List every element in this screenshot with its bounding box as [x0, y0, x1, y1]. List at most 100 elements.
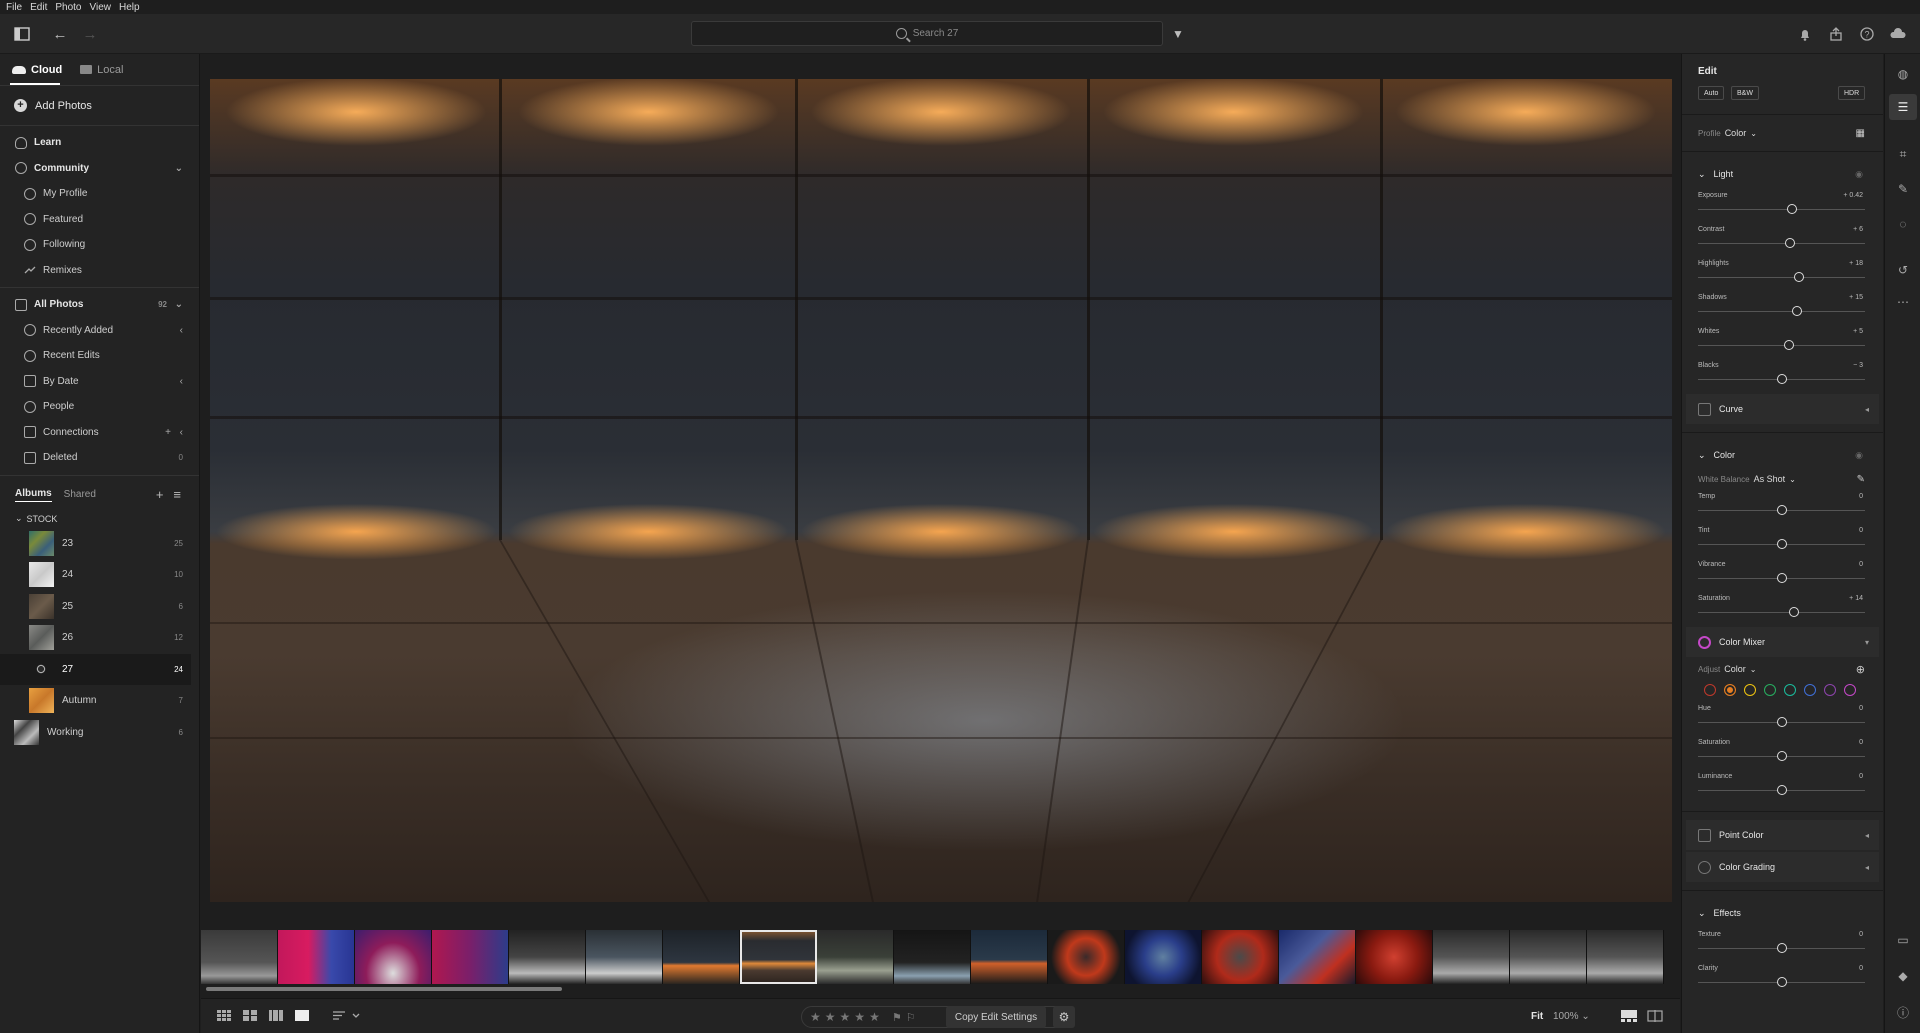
nav-people[interactable]: People [0, 394, 199, 420]
slider-value[interactable]: 0 [1859, 965, 1863, 972]
filmstrip-thumbnail[interactable] [663, 930, 740, 984]
slider-track[interactable] [1698, 311, 1865, 312]
album-item[interactable]: 25 6 [0, 591, 199, 623]
reject-flag-icon[interactable]: ⚐ [906, 1011, 916, 1024]
filmstrip-thumbnail[interactable] [509, 930, 586, 984]
filmstrip-thumbnail[interactable] [1510, 930, 1587, 984]
star-icon[interactable]: ★ [825, 1010, 836, 1024]
point-color-section[interactable]: Point Color ◂ [1686, 820, 1879, 850]
filmstrip-thumbnail[interactable] [355, 930, 432, 984]
pick-flag-icon[interactable]: ⚑ [892, 1011, 902, 1024]
curve-section[interactable]: Curve ◂ [1686, 394, 1879, 424]
eye-icon[interactable]: ◉ [1855, 450, 1863, 461]
filmstrip-thumbnail[interactable] [1433, 930, 1510, 984]
slider-value[interactable]: − 3 [1853, 362, 1863, 369]
history-icon[interactable]: ↺ [1895, 262, 1911, 278]
slider-knob[interactable] [1777, 374, 1787, 384]
edit-sliders-icon[interactable]: ☰ [1889, 94, 1917, 120]
nav-all-photos[interactable]: All Photos 92 ⌄ [0, 292, 199, 318]
comment-icon[interactable]: ▭ [1895, 932, 1911, 948]
slider-knob[interactable] [1792, 306, 1803, 316]
zoom-level[interactable]: 100% ⌄ [1553, 1011, 1590, 1022]
masking-icon[interactable]: ◌ [1895, 216, 1911, 232]
light-section-header[interactable]: ⌄ Light ◉ [1682, 160, 1883, 188]
color-section-header[interactable]: ⌄ Color ◉ [1682, 441, 1883, 469]
slider-knob[interactable] [1785, 238, 1796, 248]
menu-photo[interactable]: Photo [55, 2, 81, 13]
slider-track[interactable] [1698, 243, 1865, 244]
filmstrip-thumbnail[interactable] [1587, 930, 1664, 984]
color-swatch[interactable] [1844, 684, 1856, 696]
bw-button[interactable]: B&W [1731, 86, 1759, 100]
info-icon[interactable]: ⓘ [1895, 1004, 1911, 1020]
white-balance-selector[interactable]: White Balance As Shot ⌄ ✎ [1682, 469, 1883, 489]
slider-value[interactable]: + 5 [1853, 328, 1863, 335]
chevron-down-icon[interactable]: ⌄ [175, 163, 183, 174]
slider-value[interactable]: + 0.42 [1843, 192, 1863, 199]
filmstrip-thumbnail[interactable] [1125, 930, 1202, 984]
filmstrip-thumbnail[interactable] [1202, 930, 1279, 984]
slider-saturation[interactable]: Saturation + 14 [1682, 591, 1883, 625]
color-swatch[interactable] [1724, 684, 1736, 696]
adjust-selector[interactable]: Adjust Color ⌄ ⊕ [1682, 659, 1883, 679]
slider-knob[interactable] [1777, 505, 1787, 515]
slider-value[interactable]: 0 [1859, 773, 1863, 780]
filmstrip-thumbnail[interactable] [586, 930, 663, 984]
share-icon[interactable] [1824, 22, 1848, 46]
filmstrip-thumbnail[interactable] [432, 930, 509, 984]
large-grid-view-icon[interactable] [243, 1010, 257, 1021]
filmstrip-thumbnail[interactable] [201, 930, 278, 984]
chevron-left-icon[interactable]: ‹ [180, 325, 183, 336]
album-item[interactable]: Working 6 [0, 717, 199, 749]
nav-featured[interactable]: Featured [0, 207, 199, 233]
nav-recent-edits[interactable]: Recent Edits [0, 343, 199, 369]
slider-blacks[interactable]: Blacks − 3 [1682, 358, 1883, 392]
profile-selector[interactable]: Profile Color ⌄ ▦ [1682, 123, 1883, 143]
tab-local[interactable]: Local [80, 64, 123, 76]
slider-value[interactable]: 0 [1859, 739, 1863, 746]
back-arrow-icon[interactable]: ← [48, 22, 72, 46]
slider-value[interactable]: 0 [1859, 493, 1863, 500]
slider-knob[interactable] [1783, 340, 1794, 350]
slider-exposure[interactable]: Exposure + 0.42 [1682, 188, 1883, 222]
slider-knob[interactable] [1777, 751, 1787, 761]
nav-following[interactable]: Following [0, 232, 199, 258]
filmstrip-thumbnail-selected[interactable] [740, 930, 817, 984]
color-swatch[interactable] [1784, 684, 1796, 696]
filter-icon[interactable]: ▼ [1166, 22, 1190, 46]
nav-recently-added[interactable]: Recently Added ‹ [0, 318, 199, 344]
tab-albums[interactable]: Albums [15, 488, 52, 502]
target-adjust-icon[interactable]: ⊕ [1856, 663, 1865, 676]
slider-value[interactable]: + 18 [1849, 260, 1863, 267]
slider-track[interactable] [1698, 209, 1865, 210]
slider-texture[interactable]: Texture 0 [1682, 927, 1883, 961]
presets-icon[interactable]: ◍ [1895, 66, 1911, 82]
album-item-selected[interactable]: 27 24 [0, 653, 191, 685]
chevron-left-icon[interactable]: ‹ [180, 376, 183, 387]
album-item[interactable]: Autumn 7 [0, 685, 199, 717]
filmstrip-toggle-icon[interactable] [1621, 1010, 1637, 1022]
color-swatch[interactable] [1744, 684, 1756, 696]
color-swatch[interactable] [1824, 684, 1836, 696]
slider-value[interactable]: 0 [1859, 561, 1863, 568]
cloud-sync-icon[interactable] [1886, 22, 1910, 46]
zoom-fit[interactable]: Fit [1531, 1011, 1543, 1022]
eyedropper-icon[interactable]: ✎ [1857, 474, 1865, 485]
slider-highlights[interactable]: Highlights + 18 [1682, 256, 1883, 290]
sort-icon[interactable]: ≡ [173, 487, 181, 502]
color-swatch[interactable] [1704, 684, 1716, 696]
filmstrip-thumbnail[interactable] [1048, 930, 1125, 984]
tab-shared[interactable]: Shared [64, 489, 96, 500]
slider-value[interactable]: + 15 [1849, 294, 1863, 301]
filmstrip-thumbnail[interactable] [894, 930, 971, 984]
slider-saturation[interactable]: Saturation 0 [1682, 735, 1883, 769]
nav-remixes[interactable]: Remixes [0, 258, 199, 284]
menu-file[interactable]: File [6, 2, 22, 13]
auto-button[interactable]: Auto [1698, 86, 1725, 100]
slider-value[interactable]: 0 [1859, 527, 1863, 534]
slider-value[interactable]: 0 [1859, 705, 1863, 712]
detail-view-icon[interactable] [295, 1010, 309, 1021]
album-item[interactable]: 24 10 [0, 559, 199, 591]
hdr-button[interactable]: HDR [1838, 86, 1866, 100]
slider-knob[interactable] [1777, 977, 1787, 987]
